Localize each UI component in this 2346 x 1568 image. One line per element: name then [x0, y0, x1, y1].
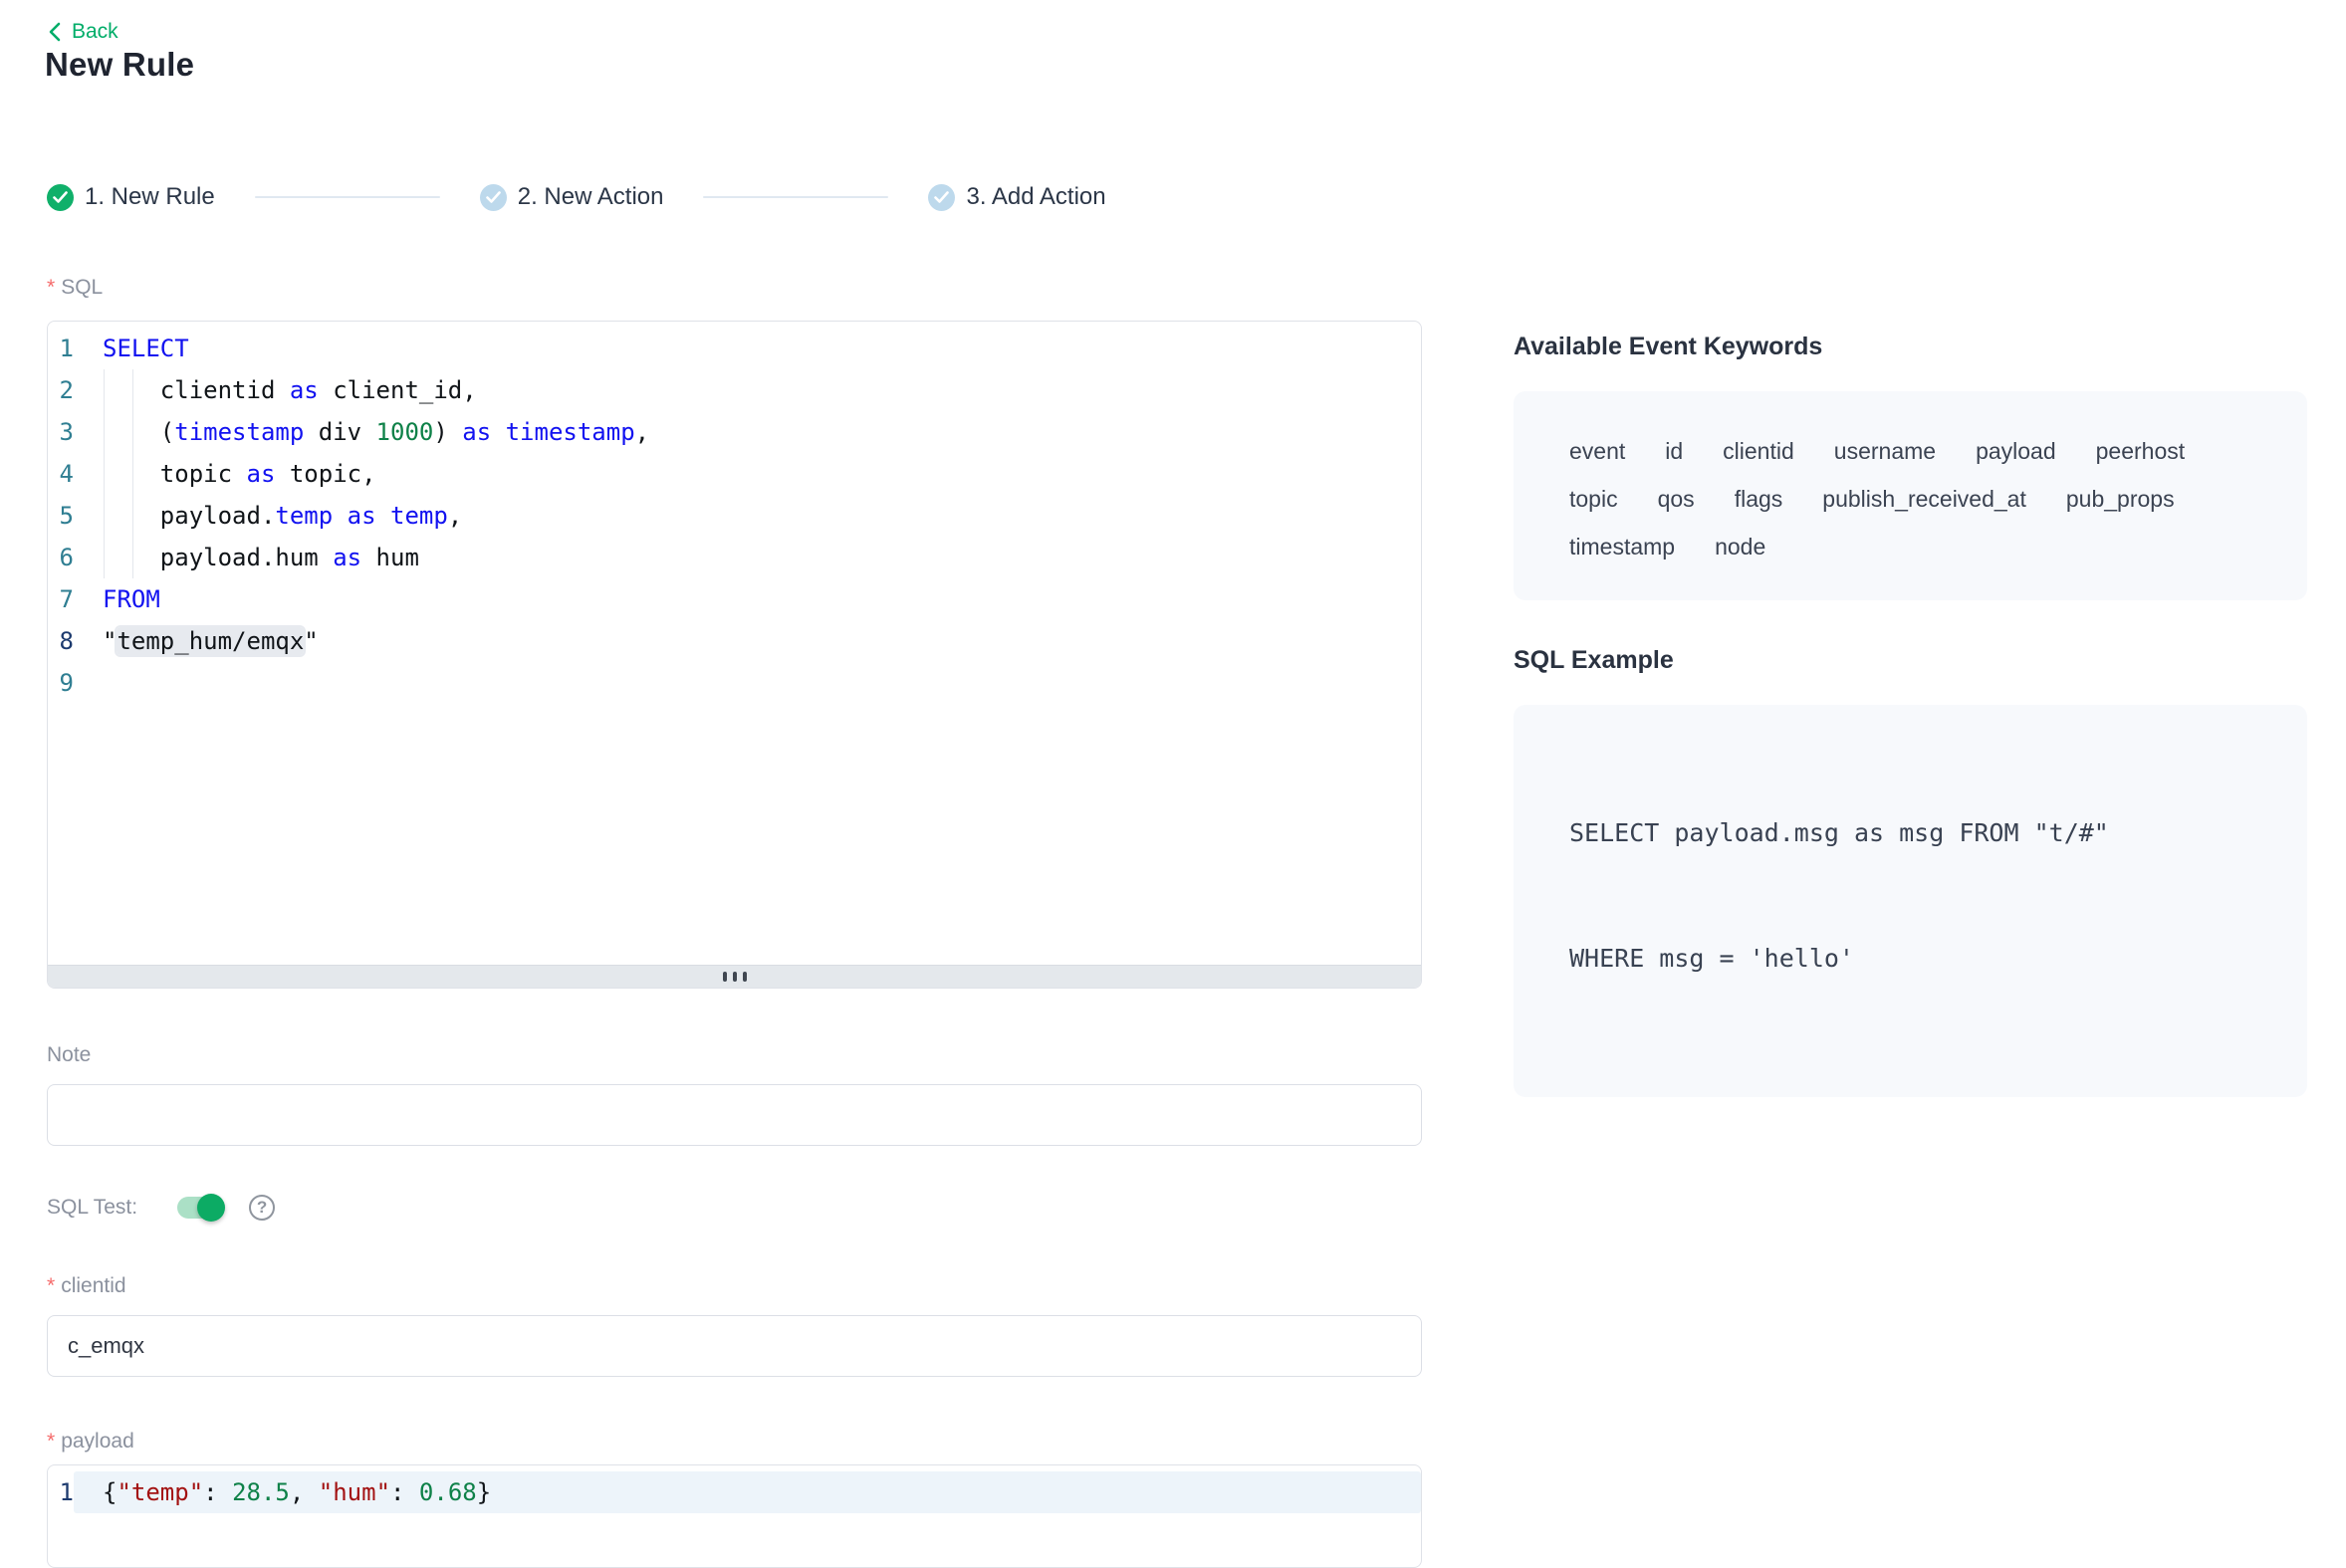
- keyword-item: publish_received_at: [1822, 475, 2026, 523]
- keywords-card: eventid clientid username payload peerhost to…: [1514, 391, 2307, 600]
- payload-field-label: *payload: [47, 1429, 1422, 1455]
- sql-test-toggle[interactable]: [177, 1197, 223, 1219]
- code-line[interactable]: 5 payload.temp as temp,: [48, 495, 1421, 537]
- toggle-knob: [197, 1194, 225, 1222]
- keyword-item: event: [1569, 427, 1625, 475]
- step-connector: [255, 196, 440, 198]
- drag-handle-dots-icon: [723, 972, 727, 982]
- rule-form: *SQL 1SELECT2 clientid as client_id,3 (t…: [47, 275, 1422, 1568]
- code-line[interactable]: 9: [48, 662, 1421, 704]
- back-link[interactable]: Back: [47, 20, 118, 44]
- line-number: 6: [48, 537, 74, 578]
- clientid-input[interactable]: [47, 1315, 1422, 1377]
- code-line[interactable]: 3 (timestamp div 1000) as timestamp,: [48, 411, 1421, 453]
- keyword-item: id: [1665, 427, 1683, 475]
- sql-example-line: WHERE msg = 'hello': [1569, 938, 2267, 980]
- line-number: 2: [48, 369, 74, 411]
- line-number: 8: [48, 620, 74, 662]
- keyword-item: payload: [1976, 427, 2056, 475]
- help-icon[interactable]: ?: [249, 1195, 275, 1221]
- note-field-label: Note: [47, 1042, 1422, 1068]
- line-number: 5: [48, 495, 74, 537]
- check-icon: [47, 184, 74, 211]
- sql-test-row: SQL Test: ?: [47, 1192, 1422, 1224]
- keywords-title: Available Event Keywords: [1514, 333, 2307, 361]
- payload-editor[interactable]: 1{"temp": 28.5, "hum": 0.68}: [47, 1464, 1422, 1568]
- step-label: 3. Add Action: [966, 183, 1105, 211]
- code-line[interactable]: 4 topic as topic,: [48, 453, 1421, 495]
- step-add-action[interactable]: 3. Add Action: [928, 183, 1105, 211]
- keyword-item: timestamp: [1569, 523, 1675, 570]
- sql-example-card: SELECT payload.msg as msg FROM "t/#" WHE…: [1514, 705, 2307, 1097]
- step-new-rule[interactable]: 1. New Rule: [47, 183, 215, 211]
- required-mark: *: [47, 276, 55, 299]
- keyword-item: clientid: [1723, 427, 1794, 475]
- step-label: 2. New Action: [518, 183, 664, 211]
- keyword-item: pub_props: [2066, 475, 2175, 523]
- sql-example-title: SQL Example: [1514, 646, 2307, 675]
- required-mark: *: [47, 1430, 55, 1453]
- clientid-field-label: *clientid: [47, 1273, 1422, 1299]
- line-number: 1: [48, 328, 74, 369]
- code-line[interactable]: 7FROM: [48, 578, 1421, 620]
- keyword-item: qos: [1658, 475, 1695, 523]
- sql-example-line: SELECT payload.msg as msg FROM "t/#": [1569, 812, 2267, 854]
- step-connector: [703, 196, 888, 198]
- step-new-action[interactable]: 2. New Action: [480, 183, 664, 211]
- sql-field-label: *SQL: [47, 275, 1422, 301]
- help-panel: Available Event Keywords eventid clientid…: [1514, 333, 2307, 1097]
- keyword-item: topic: [1569, 475, 1618, 523]
- code-line[interactable]: 8"temp_hum/emqx": [48, 620, 1421, 662]
- line-number: 9: [48, 662, 74, 704]
- code-line[interactable]: 1{"temp": 28.5, "hum": 0.68}: [48, 1471, 1421, 1513]
- new-rule-page: Back New Rule 1. New Rule 2. New Action …: [0, 0, 2346, 1561]
- line-number: 7: [48, 578, 74, 620]
- stepper: 1. New Rule 2. New Action 3. Add Action: [47, 183, 1106, 211]
- step-label: 1. New Rule: [85, 183, 215, 211]
- check-icon: [928, 184, 955, 211]
- back-label: Back: [72, 20, 118, 44]
- line-number: 4: [48, 453, 74, 495]
- sql-test-label: SQL Test:: [47, 1196, 137, 1220]
- line-number: 3: [48, 411, 74, 453]
- keyword-item: flags: [1735, 475, 1783, 523]
- code-line[interactable]: 1SELECT: [48, 328, 1421, 369]
- editor-resize-handle[interactable]: [48, 965, 1421, 988]
- code-line[interactable]: 2 clientid as client_id,: [48, 369, 1421, 411]
- page-title: New Rule: [45, 46, 194, 84]
- keyword-item: username: [1834, 427, 1936, 475]
- sql-editor-body[interactable]: 1SELECT2 clientid as client_id,3 (timest…: [48, 322, 1421, 965]
- code-line[interactable]: 6 payload.hum as hum: [48, 537, 1421, 578]
- sql-editor[interactable]: 1SELECT2 clientid as client_id,3 (timest…: [47, 321, 1422, 989]
- check-icon: [480, 184, 507, 211]
- note-input[interactable]: [47, 1084, 1422, 1146]
- keyword-item: peerhost: [2096, 427, 2186, 475]
- chevron-left-icon: [47, 21, 63, 43]
- line-number: 1: [48, 1471, 74, 1513]
- required-mark: *: [47, 1274, 55, 1297]
- keyword-item: node: [1715, 523, 1765, 570]
